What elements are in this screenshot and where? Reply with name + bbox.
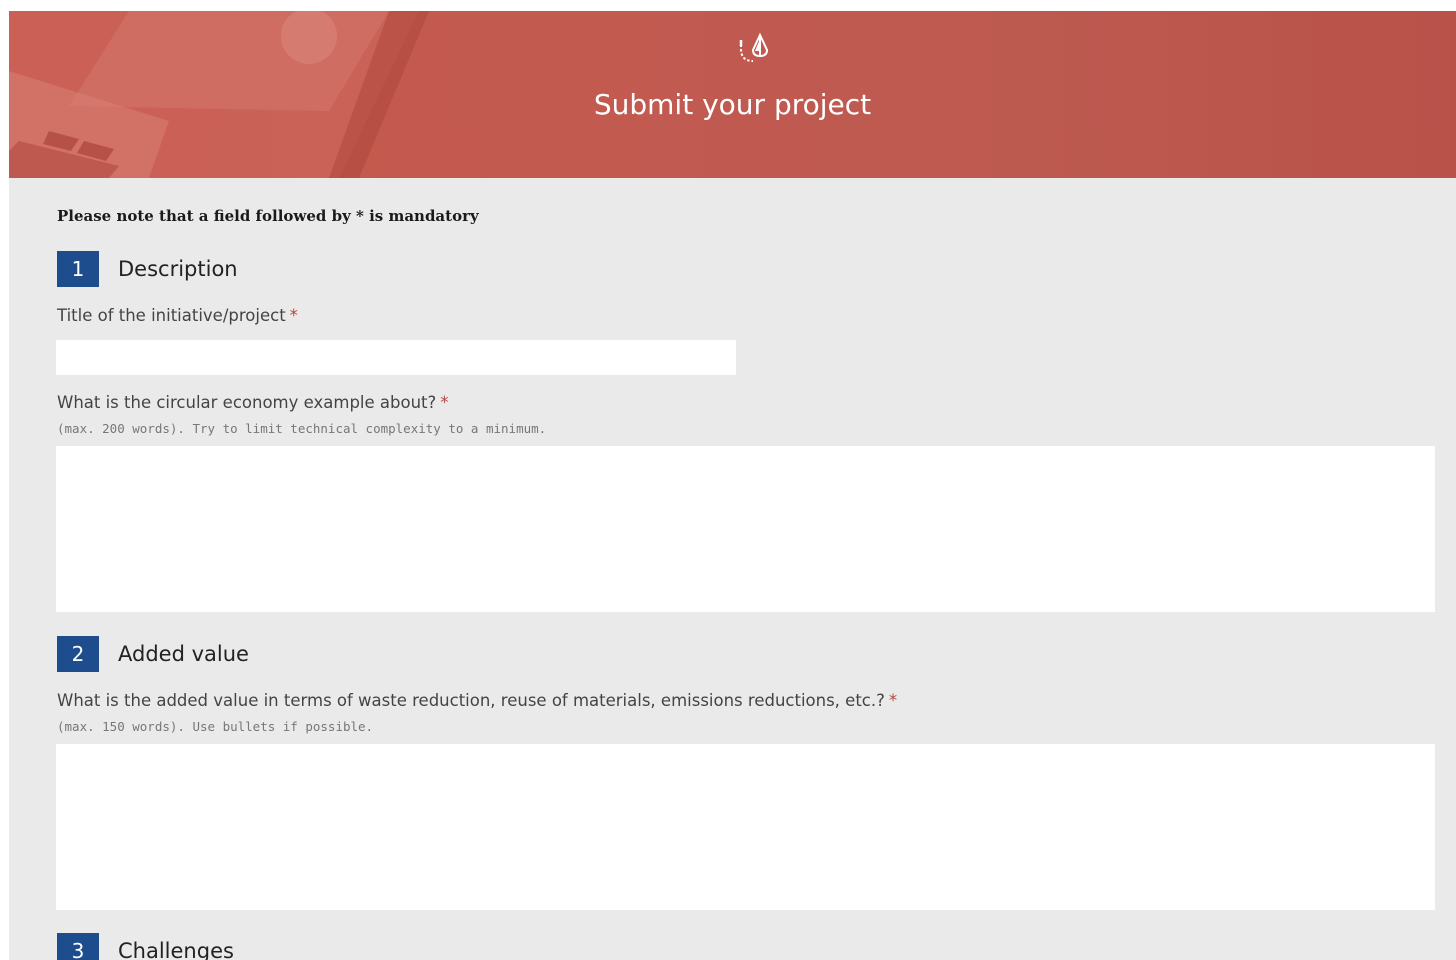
circular-economy-field-label: What is the circular economy example abo… (57, 393, 449, 412)
section-number-badge: 1 (57, 251, 99, 287)
added-value-textarea[interactable] (56, 744, 1435, 910)
section-description-header: 1 Description (57, 251, 238, 287)
header-banner: Submit your project (9, 11, 1456, 178)
page-title: Submit your project (593, 88, 872, 121)
section-number-badge: 3 (57, 933, 99, 960)
label-text: Title of the initiative/project (57, 306, 286, 325)
section-title: Added value (118, 642, 249, 666)
label-text: What is the added value in terms of wast… (57, 691, 885, 710)
section-added-value-header: 2 Added value (57, 636, 249, 672)
required-marker: * (888, 691, 898, 710)
mandatory-note: Please note that a field followed by * i… (57, 207, 479, 225)
circular-economy-description-textarea[interactable] (56, 446, 1435, 612)
section-number-badge: 2 (57, 636, 99, 672)
section-title: Challenges (118, 939, 234, 960)
added-value-field-hint: (max. 150 words). Use bullets if possibl… (57, 719, 374, 734)
section-title: Description (118, 257, 238, 281)
added-value-field-label: What is the added value in terms of wast… (57, 691, 897, 710)
label-text: What is the circular economy example abo… (57, 393, 437, 412)
circular-economy-field-hint: (max. 200 words). Try to limit technical… (57, 421, 547, 436)
section-challenges-header: 3 Challenges (57, 933, 234, 960)
required-marker: * (440, 393, 449, 412)
title-field-label: Title of the initiative/project * (57, 306, 298, 325)
submit-project-page: Submit your project Please note that a f… (9, 11, 1456, 960)
project-title-input[interactable] (56, 340, 736, 375)
required-marker: * (289, 306, 298, 325)
circular-drop-logo-icon (739, 32, 769, 62)
